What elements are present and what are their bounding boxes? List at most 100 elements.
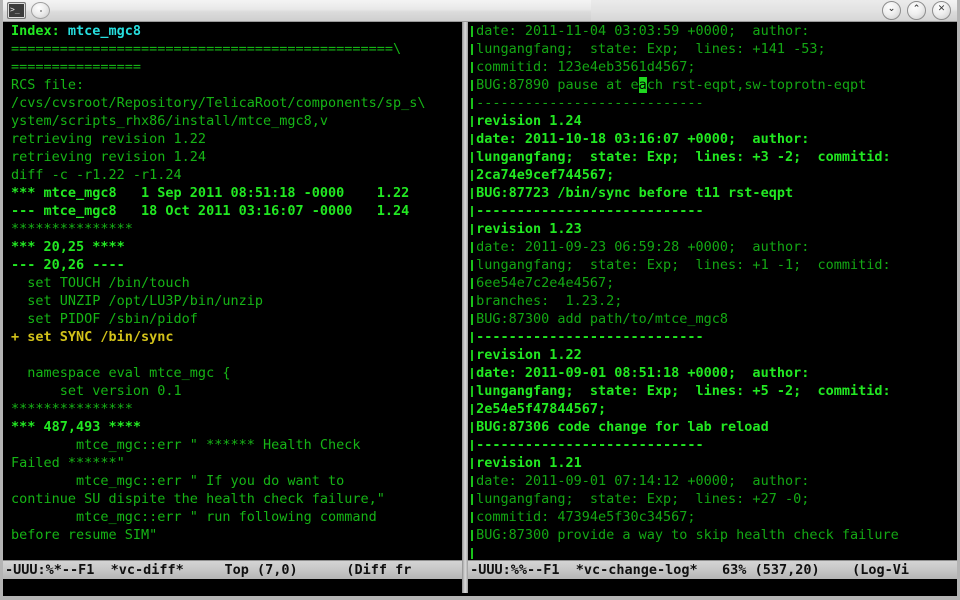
vc-diff-text: retrieving revision 1.22 — [11, 131, 207, 147]
window-titlebar[interactable]: ⌄ ⌃ ✕ — [3, 0, 957, 22]
vc-change-log-line: ---------------------------- — [476, 328, 957, 346]
vc-change-log-line: BUG:87306 code change for lab reload — [476, 418, 957, 436]
vc-diff-line: *** 487,493 **** — [11, 418, 462, 436]
close-button[interactable]: ✕ — [932, 1, 951, 20]
vc-change-log-line: lungangfang; state: Exp; lines: +3 -2; c… — [476, 148, 957, 166]
vc-change-log-line: 2ca74e9cef744567; — [476, 166, 957, 184]
vc-diff-line: ================ — [11, 58, 462, 76]
vc-change-log-text: lungangfang; state: Exp; lines: +141 -53… — [476, 41, 826, 57]
vc-diff-line: ========================================… — [11, 40, 462, 58]
vc-diff-line: Failed ******" — [11, 454, 462, 472]
vc-change-log-text: lungangfang; state: Exp; lines: +3 -2; c… — [476, 149, 891, 165]
vc-diff-mode-line[interactable]: -UUU:%*--F1 *vc-diff* Top (7,0) (Diff fr — [3, 560, 463, 579]
vc-diff-text: mtce_mgc::err " If you do want to — [11, 473, 345, 489]
vc-change-log-text: date: 2011-09-23 06:59:28 +0000; author: — [476, 239, 810, 255]
vc-diff-text: set TOUCH /bin/touch — [11, 275, 190, 291]
vc-diff-line: set version 0.1 — [11, 382, 462, 400]
vc-change-log-text: revision 1.22 — [476, 347, 582, 363]
minimize-button[interactable]: ⌄ — [882, 1, 901, 20]
vc-change-log-text: lungangfang; state: Exp; lines: +1 -1; c… — [476, 257, 891, 273]
vc-diff-text: set version 0.1 — [11, 383, 182, 399]
vc-diff-line: mtce_mgc::err " ****** Health Check — [11, 436, 462, 454]
terminal-icon — [7, 2, 26, 19]
vc-diff-line: *************** — [11, 220, 462, 238]
vc-diff-line: Index: mtce_mgc8 — [11, 22, 462, 40]
vc-change-log-line: BUG:87300 add path/to/mtce_mgc8 — [476, 310, 957, 328]
vc-diff-text: *************** — [11, 221, 133, 237]
vc-diff-text: ystem/scripts_rhx86/install/mtce_mgc8,v — [11, 113, 328, 129]
maximize-button[interactable]: ⌃ — [907, 1, 926, 20]
vc-diff-text: RCS file: — [11, 77, 85, 93]
vc-change-log-text: date: 2011-11-04 03:03:59 +0000; author: — [476, 23, 810, 39]
left-fringe — [3, 22, 11, 560]
right-echo-area — [468, 579, 957, 593]
vc-change-log-line: branches: 1.23.2; — [476, 292, 957, 310]
vc-change-log-text: revision 1.24 — [476, 113, 582, 129]
vc-change-log-line: date: 2011-11-04 03:03:59 +0000; author: — [476, 22, 957, 40]
emacs-window-vc-diff[interactable]: Index: mtce_mgc8 ========================… — [3, 22, 463, 593]
vc-change-log-buffer[interactable]: date: 2011-11-04 03:03:59 +0000; author:… — [468, 22, 957, 560]
vc-diff-text: mtce_mgc::err " run following command — [11, 509, 377, 525]
vc-change-log-text: BUG:87300 add path/to/mtce_mgc8 — [476, 311, 729, 327]
vc-diff-line: retrieving revision 1.24 — [11, 148, 462, 166]
vc-change-log-text: date: 2011-09-01 07:14:12 +0000; author: — [476, 473, 810, 489]
vc-diff-line — [11, 346, 462, 364]
vc-diff-line: RCS file: — [11, 76, 462, 94]
left-echo-area — [3, 579, 463, 593]
vc-diff-line: set TOUCH /bin/touch — [11, 274, 462, 292]
vc-diff-text: mtce_mgc::err " ****** Health Check — [11, 437, 361, 453]
vc-diff-text: *** 487,493 **** — [11, 419, 142, 435]
vc-diff-text: *************** — [11, 401, 133, 417]
vc-diff-text-area[interactable]: Index: mtce_mgc8 ========================… — [11, 22, 462, 560]
text-cursor: a — [638, 77, 647, 93]
vc-change-log-line: revision 1.24 — [476, 112, 957, 130]
vc-change-log-line: lungangfang; state: Exp; lines: +5 -2; c… — [476, 382, 957, 400]
vc-change-log-text: branches: 1.23.2; — [476, 293, 623, 309]
vc-change-log-text: 6ee54e7c2e4e4567; — [476, 275, 615, 291]
vc-change-log-line: date: 2011-10-18 03:16:07 +0000; author: — [476, 130, 957, 148]
vc-diff-text: /cvs/cvsroot/Repository/TelicaRoot/compo… — [11, 95, 426, 111]
vc-diff-text: mtce_mgc8 — [67, 23, 142, 39]
vc-diff-text: Failed ******" — [11, 455, 125, 471]
vc-diff-line: set UNZIP /opt/LU3P/bin/unzip — [11, 292, 462, 310]
vc-change-log-text: date: 2011-10-18 03:16:07 +0000; author: — [476, 131, 810, 147]
vc-change-log-line: commitid: 47394e5f30c34567; — [476, 508, 957, 526]
vc-diff-line: set PIDOF /sbin/pidof — [11, 310, 462, 328]
vc-diff-text: namespace eval mtce_mgc { — [11, 365, 231, 381]
emacs-window-vc-change-log[interactable]: date: 2011-11-04 03:03:59 +0000; author:… — [468, 22, 957, 593]
vc-diff-text: set PIDOF /sbin/pidof — [11, 311, 198, 327]
vc-diff-line: before resume SIM" — [11, 526, 462, 544]
vc-diff-line: mtce_mgc::err " If you do want to — [11, 472, 462, 490]
vc-change-log-line: lungangfang; state: Exp; lines: +27 -0; — [476, 490, 957, 508]
vc-change-log-text: BUG:87890 pause at e — [476, 77, 639, 93]
vc-change-log-line: revision 1.23 — [476, 220, 957, 238]
vc-diff-text: ========================================… — [11, 41, 402, 57]
vc-change-log-text: ---------------------------- — [476, 203, 704, 219]
vc-change-log-mode-line[interactable]: -UUU:%%--F1 *vc-change-log* 63% (537,20)… — [468, 560, 957, 579]
vc-diff-line: namespace eval mtce_mgc { — [11, 364, 462, 382]
vc-diff-line: --- 20,26 ---- — [11, 256, 462, 274]
vc-change-log-text: 2ca74e9cef744567; — [476, 167, 615, 183]
vc-diff-text: ================ — [11, 59, 142, 75]
vc-change-log-text: lungangfang; state: Exp; lines: +5 -2; c… — [476, 383, 891, 399]
vc-change-log-text: BUG:87723 /bin/sync before t11 rst-eqpt — [476, 185, 794, 201]
vc-change-log-line: ---------------------------- — [476, 202, 957, 220]
vc-change-log-text: revision 1.23 — [476, 221, 582, 237]
vc-change-log-line: commitid: 123e4eb3561d4567; — [476, 58, 957, 76]
terminal-window: ⌄ ⌃ ✕ Index: mtce_mgc8==================… — [0, 0, 960, 600]
vc-diff-text: *** 20,25 **** — [11, 239, 125, 255]
vc-diff-text: retrieving revision 1.24 — [11, 149, 207, 165]
vc-diff-text: Index: — [11, 23, 68, 39]
vc-diff-line: /cvs/cvsroot/Repository/TelicaRoot/compo… — [11, 94, 462, 112]
vc-diff-text: *** mtce_mgc8 1 Sep 2011 08:51:18 -0000 … — [11, 185, 410, 201]
vc-change-log-text-area[interactable]: date: 2011-11-04 03:03:59 +0000; author:… — [476, 22, 957, 560]
vc-diff-line: + set SYNC /bin/sync — [11, 328, 462, 346]
vc-diff-buffer[interactable]: Index: mtce_mgc8 ========================… — [3, 22, 462, 560]
vc-change-log-line: date: 2011-09-01 07:14:12 +0000; author: — [476, 472, 957, 490]
vc-change-log-text: commitid: 123e4eb3561d4567; — [476, 59, 696, 75]
right-fringe-continuation-marks — [468, 22, 477, 560]
circle-button[interactable] — [31, 2, 50, 19]
vc-change-log-line: 2e54e5f47844567; — [476, 400, 957, 418]
vc-change-log-line: lungangfang; state: Exp; lines: +1 -1; c… — [476, 256, 957, 274]
vc-change-log-text: commitid: 47394e5f30c34567; — [476, 509, 696, 525]
